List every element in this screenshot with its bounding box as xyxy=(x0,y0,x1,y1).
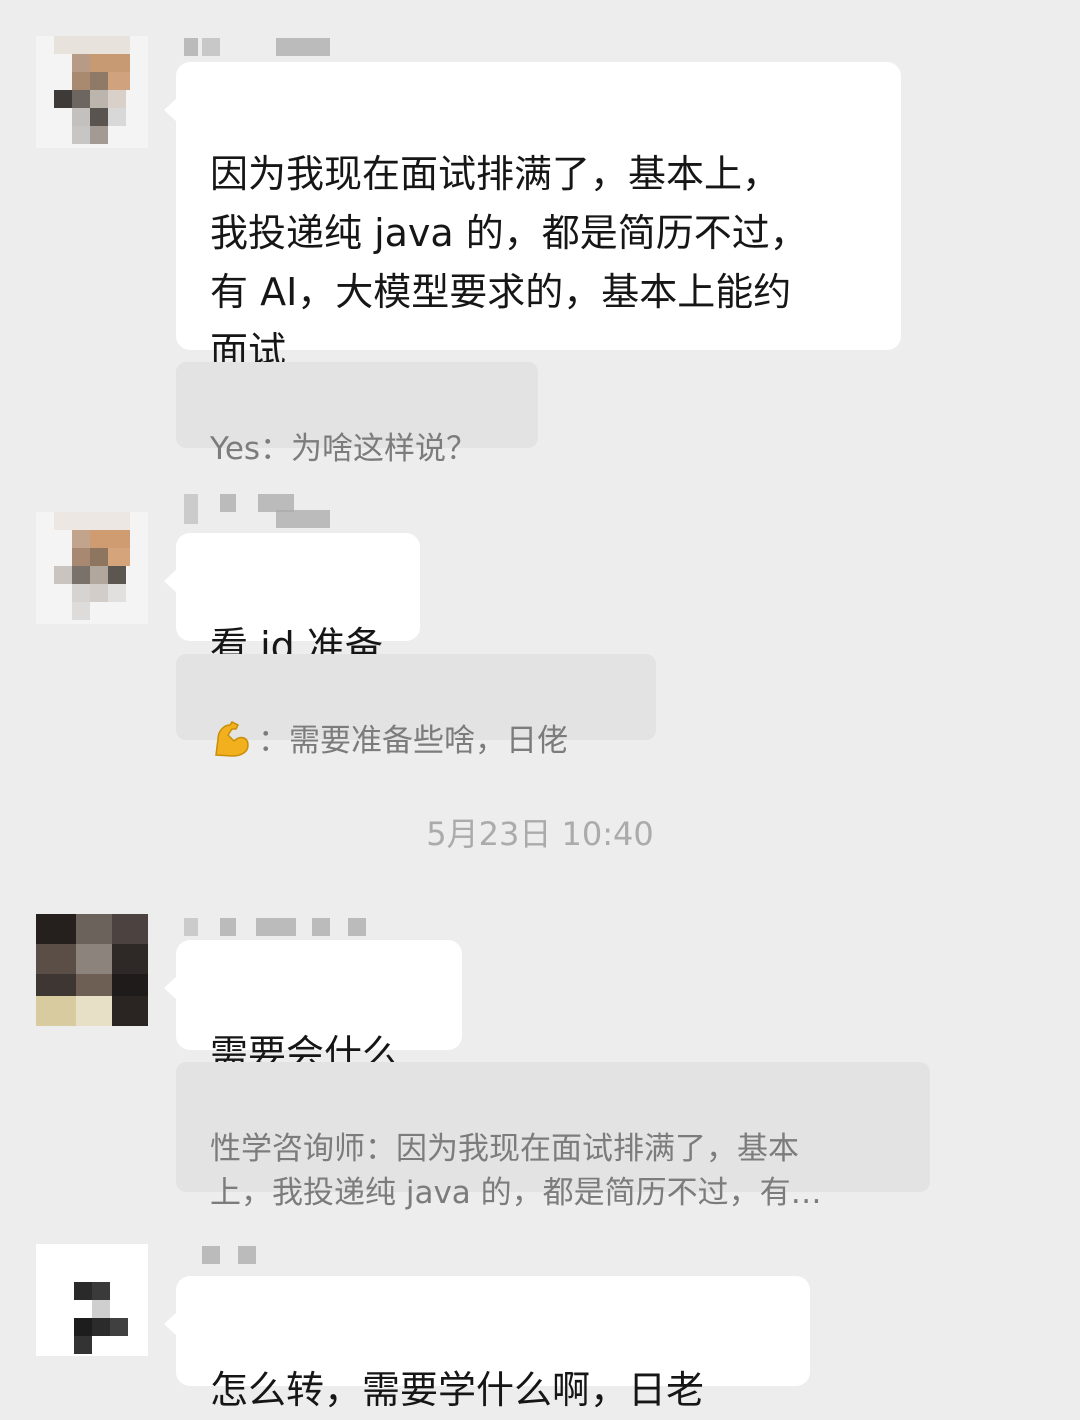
quoted-message[interactable]: ：需要准备些啥，日佬 xyxy=(176,654,656,759)
message-text: 怎么转，需要学什么啊，日老 xyxy=(210,1368,705,1412)
quote-text: ：需要准备些啥，日佬 xyxy=(258,723,568,759)
message-bubble[interactable]: 怎么转，需要学什么啊，日老 xyxy=(164,1276,810,1412)
message-bubble[interactable]: 需要会什么 xyxy=(164,940,462,1076)
sender-name-blurred xyxy=(180,914,380,940)
message-bubble[interactable]: 因为我现在面试排满了，基本上， 我投递纯 java 的，都是简历不过， 有 AI… xyxy=(164,62,901,373)
sender-name-blurred xyxy=(180,34,340,60)
avatar[interactable] xyxy=(36,36,148,148)
message-text: 因为我现在面试排满了，基本上， 我投递纯 java 的，都是简历不过， 有 AI… xyxy=(210,152,808,373)
flexed-biceps-emoji xyxy=(215,721,249,757)
quote-text: Yes：为啥这样说？ xyxy=(210,431,478,467)
quoted-message[interactable]: 性学咨询师：因为我现在面试排满了，基本 上，我投递纯 java 的，都是简历不过… xyxy=(176,1062,930,1211)
quote-text: 性学咨询师：因为我现在面试排满了，基本 上，我投递纯 java 的，都是简历不过… xyxy=(210,1131,822,1211)
avatar[interactable] xyxy=(36,1244,148,1356)
avatar[interactable] xyxy=(36,512,148,624)
sender-name-blurred xyxy=(180,1242,280,1268)
message-bubble[interactable]: 看 jd 准备 xyxy=(164,533,420,668)
sender-name-blurred xyxy=(180,492,340,530)
timestamp: 5月23日 10:40 xyxy=(426,815,654,853)
quoted-message[interactable]: Yes：为啥这样说？ xyxy=(176,362,538,467)
avatar[interactable] xyxy=(36,914,148,1026)
